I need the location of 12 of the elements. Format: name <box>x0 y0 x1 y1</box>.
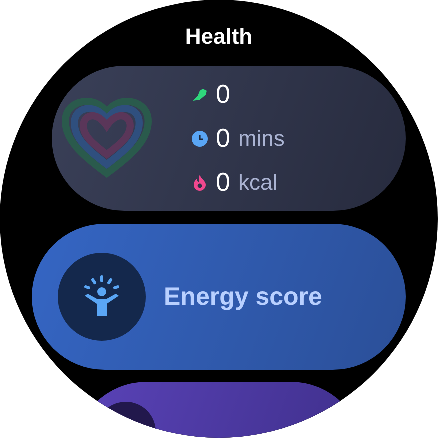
heart-rings-icon <box>62 98 152 179</box>
energy-tile[interactable]: Energy score <box>32 224 406 370</box>
flame-icon <box>192 174 208 190</box>
screen-title: Health <box>185 23 253 51</box>
tile-label: Energy score <box>164 282 322 312</box>
activity-card[interactable]: 0 0 mins 0 kcal <box>52 66 406 211</box>
stat-unit: mins <box>238 126 285 152</box>
stat-value: 0 <box>216 167 230 198</box>
stat-unit: kcal <box>238 170 278 196</box>
clock-icon <box>192 130 208 146</box>
stat-value: 0 <box>216 123 230 154</box>
stat-value: 0 <box>216 79 230 110</box>
